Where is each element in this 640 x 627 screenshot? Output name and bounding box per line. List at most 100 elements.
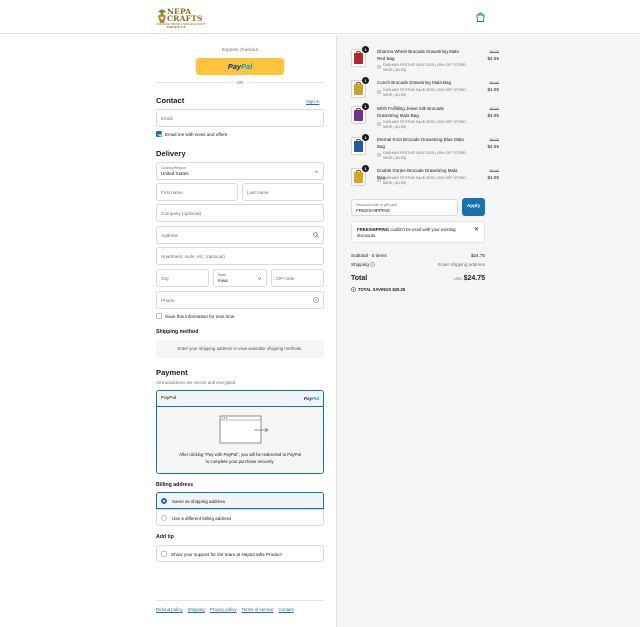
or-label: OR: [230, 80, 250, 85]
terms-of-service-link[interactable]: Terms of service: [242, 607, 274, 612]
tag-icon: [377, 122, 381, 126]
apply-button[interactable]: Apply: [462, 198, 485, 216]
phone-field[interactable]: Phone ?: [156, 291, 324, 309]
tip-checkbox[interactable]: [161, 551, 167, 557]
tip-heading: Add tip: [156, 534, 174, 540]
original-price: $9.00: [489, 107, 499, 111]
sale-price: $4.95: [487, 113, 500, 118]
discount-line: DASHAIN FESTIVE SALE 2025 | 45% OFF STOR…: [377, 120, 469, 130]
chevron-down-icon: [314, 170, 319, 173]
product-name: Eternal Knot Brocade Drawstring Blue Mal…: [377, 137, 464, 149]
bag-image: [354, 141, 363, 152]
payment-method-paypal[interactable]: PayPal PayPal After clicking “Pay with P…: [156, 390, 324, 474]
total-savings: TOTAL SAVINGS $20.25: [351, 287, 405, 292]
discount-line: DASHAIN FESTIVE SALE 2025 | 45% OFF STOR…: [377, 88, 469, 98]
quantity-badge: 1: [362, 134, 369, 141]
refund-policy-link[interactable]: Refund policy: [156, 607, 183, 612]
sale-price: $4.95: [487, 87, 500, 92]
shipping-notice: Enter your shipping address to view avai…: [156, 340, 324, 358]
logo-tagline: HANDMADE TIBETAN & NEPALESE CRAFTS: [156, 23, 206, 26]
save-info-label: Save this information for next time: [165, 313, 235, 319]
tag-icon: [377, 65, 381, 69]
payment-option-header[interactable]: PayPal PayPal: [157, 391, 323, 407]
original-price: $9.00: [489, 169, 499, 173]
billing-same-radio[interactable]: [161, 498, 167, 504]
state-select[interactable]: State Iowa: [213, 269, 267, 287]
tag-icon: [377, 89, 381, 94]
svg-text:?: ?: [372, 263, 374, 267]
redirect-message: After clicking “Pay with PayPal”, you wi…: [179, 452, 301, 464]
newsletter-checkbox[interactable]: [156, 131, 162, 137]
product-name: Wish Fulfilling Jewel Silk Brocade Draws…: [377, 106, 445, 118]
payment-redirect-panel: After clicking “Pay with PayPal”, you wi…: [157, 407, 323, 473]
chevron-down-icon: [257, 277, 262, 280]
billing-heading: Billing address: [156, 482, 194, 488]
subtotal-row: Subtotal · 5 items $24.75: [351, 253, 485, 258]
privacy-policy-link[interactable]: Privacy policy: [210, 607, 237, 612]
shipping-link[interactable]: Shipping: [188, 607, 205, 612]
product-name: Dharma Wheel Brocade Drawstring Mala Red…: [377, 49, 459, 61]
bag-image: [354, 84, 363, 95]
billing-same-option[interactable]: Same as shipping address: [156, 492, 324, 509]
discount-line: DASHAIN FESTIVE SALE 2025 | 45% OFF STOR…: [377, 176, 469, 186]
discount-line: DASHAIN FESTIVE SALE 2025 | 45% OFF STOR…: [377, 151, 469, 161]
bag-image: [354, 53, 363, 64]
apartment-field[interactable]: Apartment, suite, etc. (optional): [156, 247, 324, 265]
tip-option[interactable]: Show your support for the team at NepaCr…: [156, 545, 324, 562]
country-select[interactable]: Country/Region United States: [156, 162, 324, 180]
original-price: $9.00: [489, 81, 499, 85]
product-name: Conch Brocade Drawstring Mala Bag: [377, 80, 452, 85]
bag-image: [354, 172, 363, 183]
browser-redirect-icon: [219, 415, 269, 444]
contact-heading: Contact: [156, 96, 185, 105]
discount-warning: FREESHIPPING couldn't be used with your …: [351, 221, 485, 243]
quantity-badge: 1: [362, 46, 369, 53]
help-circle-icon[interactable]: ?: [370, 262, 375, 267]
sale-price: $4.95: [487, 144, 500, 149]
search-icon: [313, 232, 319, 238]
sale-price: $4.95: [487, 56, 500, 61]
save-info-checkbox[interactable]: [156, 313, 162, 319]
first-name-field[interactable]: First name: [156, 183, 238, 201]
discount-code-field[interactable]: Discount code or gift card FREESHIPPING: [351, 199, 458, 216]
paypal-express-button[interactable]: Pay Pal: [196, 58, 284, 75]
close-icon[interactable]: ✕: [474, 226, 479, 233]
footer-links: Refund policy Shipping Privacy policy Te…: [156, 607, 294, 612]
footer-divider: [156, 600, 324, 601]
payment-heading: Payment: [156, 368, 188, 377]
logo-wordmark: NEPA CRAFTS PRODUCT: [167, 7, 203, 29]
shopping-bag-icon[interactable]: [476, 12, 485, 22]
help-circle-icon[interactable]: ?: [313, 297, 319, 303]
tag-icon: [377, 153, 381, 157]
total-row: Total USD $24.75: [351, 275, 485, 282]
order-summary: 1 Dharma Wheel Brocade Drawstring Mala Re…: [336, 35, 640, 627]
quantity-badge: 1: [362, 165, 369, 172]
shipping-method-heading: Shipping method: [156, 329, 199, 335]
newsletter-label: Email me with news and offers: [165, 131, 228, 137]
billing-different-option[interactable]: Use a different billing address: [156, 509, 324, 526]
sign-in-link[interactable]: Sign in: [306, 99, 319, 104]
payment-subtitle: All transactions are secure and encrypte…: [156, 380, 237, 385]
company-field[interactable]: Company (optional): [156, 204, 324, 222]
express-checkout-label: Express checkout: [221, 47, 259, 52]
store-logo[interactable]: NEPA CRAFTS PRODUCT HANDMADE TIBETAN & N…: [155, 7, 207, 29]
quantity-badge: 1: [362, 77, 369, 84]
discount-line: DASHAIN FESTIVE SALE 2025 | 45% OFF STOR…: [377, 63, 469, 73]
delivery-heading: Delivery: [156, 149, 186, 158]
sale-price: $4.95: [487, 175, 500, 180]
shipping-row: Shipping ? Enter shipping address: [351, 262, 485, 267]
checkout-form: Express checkout Pay Pal OR Contact Sign …: [0, 35, 336, 627]
site-header: NEPA CRAFTS PRODUCT HANDMADE TIBETAN & N…: [0, 0, 640, 34]
original-price: $9.00: [489, 138, 499, 142]
billing-different-radio[interactable]: [161, 515, 167, 521]
original-price: $9.00: [489, 50, 499, 54]
last-name-field[interactable]: Last name: [242, 183, 324, 201]
quantity-badge: 1: [362, 103, 369, 110]
tag-icon: [351, 287, 356, 292]
contact-link[interactable]: Contact: [279, 607, 294, 612]
email-field[interactable]: Email: [156, 109, 324, 127]
address-field[interactable]: Address: [156, 226, 324, 244]
city-field[interactable]: City: [156, 269, 209, 287]
zip-field[interactable]: ZIP code: [271, 269, 324, 287]
tag-icon: [377, 177, 381, 182]
